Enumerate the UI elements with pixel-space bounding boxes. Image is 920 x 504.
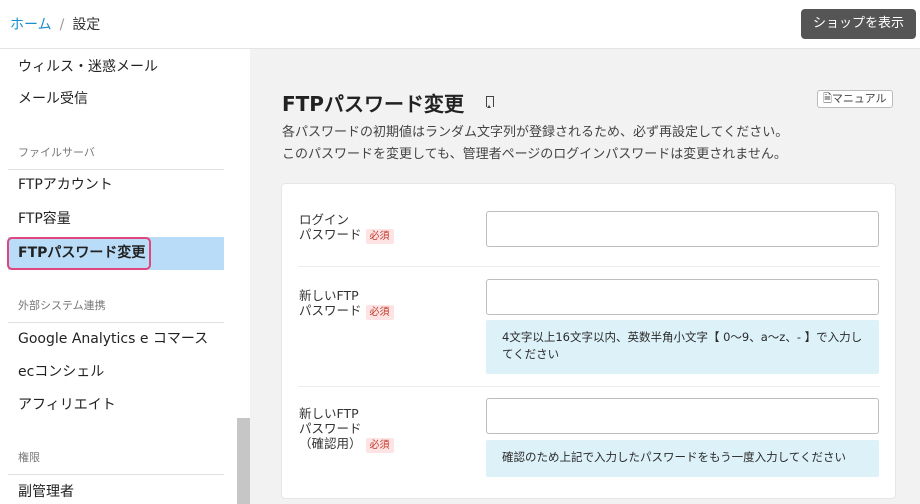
sidebar-section-external-systems: 外部システム連携 — [8, 289, 224, 323]
sidebar-item-affiliate[interactable]: アフィリエイト — [8, 389, 224, 422]
view-shop-button[interactable]: ショップを表示 — [800, 9, 916, 39]
breadcrumb-separator: / — [59, 17, 65, 33]
confirm-ftp-password-label: 新しいFTP パスワード （確認用） 必須 — [299, 406, 394, 453]
page-title: FTPパスワード変更 — [282, 92, 464, 116]
sidebar-section-rights: 権限 — [8, 441, 224, 475]
new-ftp-password-input[interactable] — [486, 279, 879, 315]
sidebar: ウィルス・迷惑メール メール受信 ファイルサーバ FTPアカウント FTP容量 … — [0, 49, 250, 504]
sidebar-item-ec-concierge[interactable]: ecコンシェル — [8, 356, 224, 389]
required-badge: 必須 — [365, 438, 394, 453]
sidebar-item-ftp-account[interactable]: FTPアカウント — [8, 169, 224, 202]
bookmark-icon[interactable] — [486, 96, 494, 108]
breadcrumb-current: 設定 — [72, 17, 101, 33]
required-badge: 必須 — [365, 305, 394, 320]
document-icon: 🗎 — [823, 92, 832, 105]
confirm-ftp-password-input[interactable] — [486, 398, 879, 434]
breadcrumb: ホーム / 設定 — [10, 14, 100, 34]
new-ftp-password-label: 新しいFTP パスワード 必須 — [299, 288, 394, 320]
sidebar-scrollbar[interactable] — [237, 418, 250, 504]
description-line-2: このパスワードを変更しても、管理者ページのログインパスワードは変更されません。 — [282, 147, 787, 162]
sidebar-item-ftp-capacity[interactable]: FTP容量 — [8, 203, 224, 236]
sidebar-section-file-server: ファイルサーバ — [8, 136, 224, 170]
sidebar-item-google-analytics[interactable]: Google Analytics e コマース — [8, 323, 224, 356]
row-divider — [298, 386, 880, 387]
sidebar-item-mail-receive[interactable]: メール受信 — [8, 83, 224, 116]
confirm-ftp-password-hint: 確認のため上記で入力したパスワードをもう一度入力してください — [486, 440, 879, 477]
header: ホーム / 設定 ショップを表示 — [0, 0, 920, 49]
breadcrumb-home-link[interactable]: ホーム — [10, 17, 52, 33]
description-line-1: 各パスワードの初期値はランダム文字列が登録されるため、必ず再設定してください。 — [282, 125, 789, 140]
required-badge: 必須 — [365, 229, 394, 244]
login-password-label: ログイン パスワード 必須 — [299, 212, 394, 244]
row-divider — [298, 266, 880, 267]
sidebar-item-sub-admin[interactable]: 副管理者 — [8, 476, 224, 504]
sidebar-item-virus-spam[interactable]: ウィルス・迷惑メール — [8, 51, 224, 84]
sidebar-item-ftp-password-change[interactable]: FTPパスワード変更 — [8, 237, 224, 270]
new-ftp-password-hint: 4文字以上16文字以内、英数半角小文字【 0～9、a～z、- 】で入力してくださ… — [486, 320, 879, 374]
manual-button[interactable]: 🗎マニュアル — [817, 90, 893, 108]
manual-button-label: マニュアル — [831, 92, 887, 105]
login-password-input[interactable] — [486, 211, 879, 247]
